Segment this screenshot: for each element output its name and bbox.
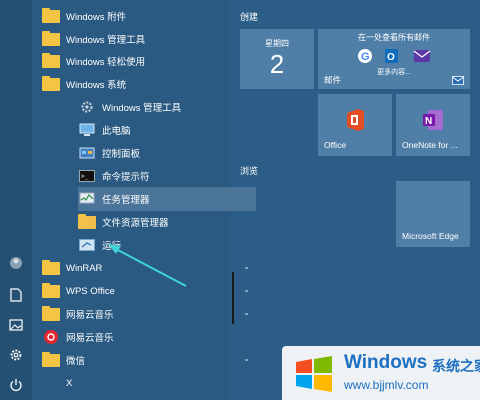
app-item-label: 命令提示符 bbox=[102, 172, 150, 183]
app-item-control-panel[interactable]: 控制面板 bbox=[78, 141, 256, 165]
app-item-label: 网易云音乐 bbox=[66, 310, 114, 321]
folder-icon bbox=[42, 30, 60, 46]
watermark-url: www.bjjmlv.com bbox=[344, 378, 429, 392]
power-button[interactable] bbox=[0, 370, 32, 400]
calendar-day: 2 bbox=[269, 49, 285, 79]
chevron-down-icon: ⌄ bbox=[243, 354, 250, 363]
app-item-task-manager[interactable]: 任务管理器 bbox=[78, 187, 256, 211]
group-title-create: 创建 bbox=[240, 12, 259, 22]
gear-icon bbox=[10, 349, 22, 361]
calendar-weekday: 星期四 bbox=[265, 39, 289, 48]
control-panel-icon bbox=[78, 146, 96, 160]
app-item-label: 微信 bbox=[66, 356, 86, 367]
watermark-title: Windows bbox=[344, 352, 428, 373]
mail-provider-icons: G O bbox=[358, 49, 431, 63]
picture-icon bbox=[9, 319, 23, 331]
chevron-down-icon: ⌄ bbox=[243, 262, 250, 271]
app-item-label: 控制面板 bbox=[102, 149, 141, 160]
mail-icon bbox=[452, 76, 464, 85]
scrollbar[interactable] bbox=[232, 272, 234, 324]
netease-music-icon bbox=[42, 330, 60, 344]
cmd-icon: >_ bbox=[78, 169, 96, 183]
onenote-label: OneNote for ... bbox=[402, 140, 458, 150]
group-title-browse: 浏览 bbox=[240, 166, 259, 176]
app-item-this-pc[interactable]: 此电脑 bbox=[78, 118, 256, 142]
app-item-label: 此电脑 bbox=[102, 126, 131, 137]
mail-tile[interactable]: 在一处查看所有邮件 G O 更多内容... 邮件 bbox=[318, 29, 470, 89]
mail-header: 在一处查看所有邮件 bbox=[358, 33, 430, 42]
office-label: Office bbox=[324, 140, 347, 150]
app-item-windows-system[interactable]: Windows 系统 ⌃ bbox=[42, 72, 256, 96]
watermark-subtitle: 系统之家 bbox=[432, 358, 480, 374]
svg-text:N: N bbox=[425, 116, 432, 127]
settings-button[interactable] bbox=[0, 340, 32, 370]
folder-icon bbox=[42, 259, 60, 275]
folder-icon bbox=[42, 282, 60, 298]
app-item-wechat[interactable]: 微信 ⌄ bbox=[42, 348, 256, 372]
gear-icon bbox=[78, 100, 96, 114]
app-item-netease-music[interactable]: 网易云音乐 bbox=[42, 325, 256, 349]
folder-icon bbox=[42, 351, 60, 367]
svg-text:O: O bbox=[387, 52, 395, 63]
power-icon bbox=[10, 379, 22, 392]
folder-icon bbox=[42, 75, 60, 91]
app-item-label: 运行 bbox=[102, 241, 122, 252]
pictures-button[interactable] bbox=[0, 310, 32, 340]
file-explorer-icon bbox=[78, 213, 96, 229]
letter-header-x[interactable]: X bbox=[42, 371, 256, 395]
office-logo-icon bbox=[347, 109, 364, 131]
app-item-file-explorer[interactable]: 文件资源管理器 bbox=[78, 210, 256, 234]
app-item-admin-tools[interactable]: Windows 管理工具 bbox=[78, 95, 256, 119]
app-item-label: 网易云音乐 bbox=[66, 333, 114, 344]
app-item-label: Windows 管理工具 bbox=[102, 103, 182, 114]
windows-logo-icon bbox=[296, 356, 332, 392]
app-item-label: 文件资源管理器 bbox=[102, 218, 169, 229]
watermark: Windows 系统之家 www.bjjmlv.com bbox=[282, 346, 480, 400]
app-item-label: Windows 附件 bbox=[66, 12, 127, 23]
calendar-tile[interactable]: 星期四 2 bbox=[240, 29, 314, 89]
edge-label: Microsoft Edge bbox=[402, 231, 459, 241]
app-list: Windows 附件 ⌄ Windows 管理工具 ⌄ Windows 轻松使用… bbox=[32, 0, 256, 400]
app-item-label: Windows 系统 bbox=[66, 80, 127, 91]
folder-icon bbox=[42, 52, 60, 68]
edge-tile[interactable]: Microsoft Edge bbox=[396, 181, 470, 247]
app-item-run[interactable]: 运行 bbox=[78, 233, 256, 257]
documents-button[interactable] bbox=[0, 280, 32, 310]
app-item-netease-folder[interactable]: 网易云音乐 ⌄ bbox=[42, 302, 256, 326]
run-icon bbox=[78, 238, 96, 252]
app-item-label: WPS Office bbox=[66, 285, 115, 297]
app-item-command-prompt[interactable]: >_ 命令提示符 bbox=[78, 164, 256, 188]
chevron-down-icon: ⌄ bbox=[243, 285, 250, 294]
task-manager-icon bbox=[78, 192, 96, 206]
app-item-label: Windows 轻松使用 bbox=[66, 57, 146, 68]
folder-icon bbox=[42, 305, 60, 321]
office-tile[interactable]: Office bbox=[318, 94, 392, 156]
app-item-wps-office[interactable]: WPS Office ⌄ bbox=[42, 279, 256, 303]
folder-icon bbox=[42, 7, 60, 23]
avatar-icon bbox=[10, 257, 22, 269]
mail-label: 邮件 bbox=[324, 75, 342, 85]
chevron-down-icon: ⌄ bbox=[243, 308, 250, 317]
letter-header-label: X bbox=[66, 377, 73, 389]
document-icon bbox=[10, 288, 22, 302]
start-rail bbox=[0, 0, 32, 400]
user-avatar[interactable] bbox=[0, 248, 32, 278]
app-item-windows-ease-of-access[interactable]: Windows 轻松使用 ⌄ bbox=[42, 49, 256, 73]
app-item-winrar[interactable]: WinRAR ⌄ bbox=[42, 256, 256, 280]
svg-text:G: G bbox=[361, 51, 370, 63]
app-item-label: WinRAR bbox=[66, 262, 103, 274]
app-item-label: Windows 管理工具 bbox=[66, 35, 146, 46]
app-item-label: 任务管理器 bbox=[102, 195, 150, 206]
computer-icon bbox=[78, 123, 96, 137]
onenote-tile[interactable]: N OneNote for ... bbox=[396, 94, 470, 156]
onenote-logo-icon: N bbox=[423, 110, 443, 130]
svg-text:>_: >_ bbox=[81, 173, 89, 180]
app-item-windows-admin-tools[interactable]: Windows 管理工具 ⌄ bbox=[42, 27, 256, 51]
app-item-windows-accessories[interactable]: Windows 附件 ⌄ bbox=[42, 4, 256, 28]
